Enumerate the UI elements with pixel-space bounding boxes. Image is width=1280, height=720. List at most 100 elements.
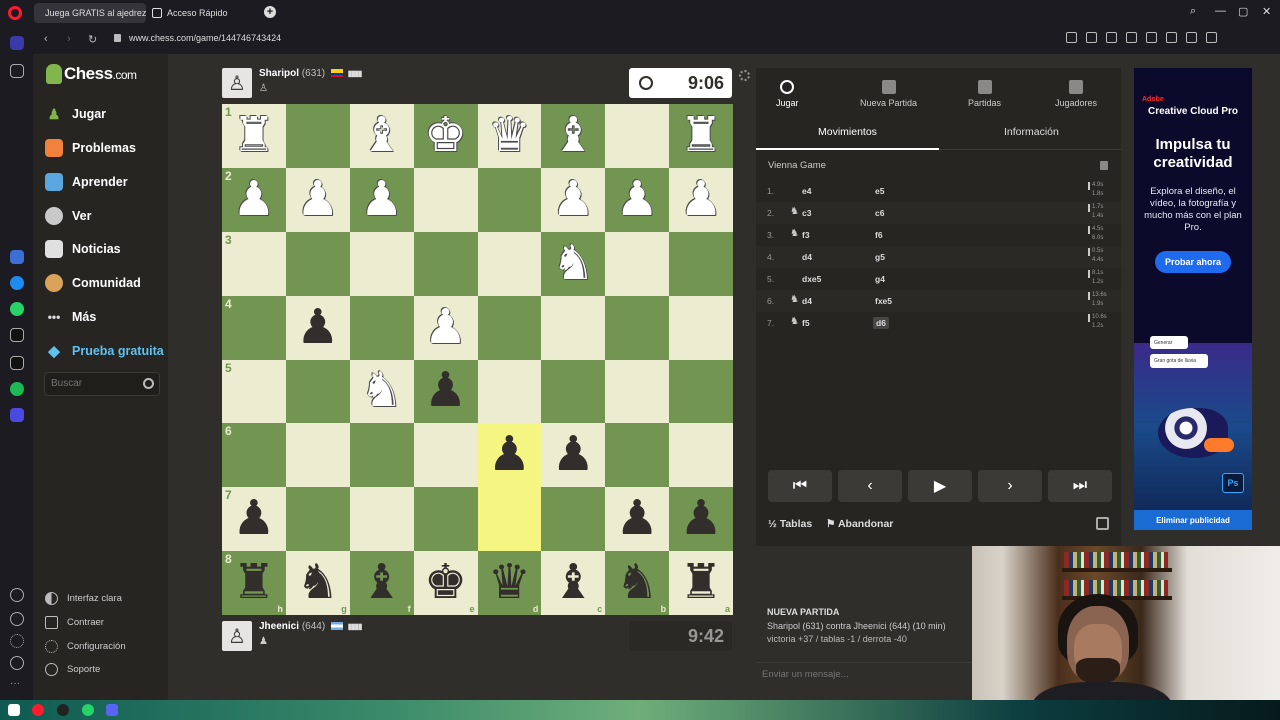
download-icon[interactable] xyxy=(1166,32,1177,43)
board-square[interactable]: ♟ xyxy=(669,487,733,552)
profile-icon[interactable] xyxy=(1206,32,1217,43)
board-square[interactable]: ♟ xyxy=(349,167,414,232)
board-square[interactable] xyxy=(413,423,478,488)
board-square[interactable] xyxy=(605,359,670,424)
board-square[interactable]: ♚ xyxy=(413,104,478,168)
player-icon[interactable] xyxy=(10,408,24,422)
history-icon[interactable] xyxy=(10,612,24,626)
black-pawn-piece[interactable]: ♟ xyxy=(488,431,531,479)
white-move[interactable]: d4 xyxy=(802,296,812,306)
first-move-button[interactable]: ⏮ xyxy=(768,470,832,502)
draw-button[interactable]: ½ Tablas xyxy=(768,518,812,530)
next-move-button[interactable]: › xyxy=(978,470,1042,502)
board-square[interactable]: b ♞ xyxy=(605,551,670,615)
browser-tab-chess[interactable]: Juega GRATIS al ajedrez o xyxy=(34,3,146,23)
white-pawn-piece[interactable]: ♟ xyxy=(296,175,339,224)
browser-tab-speed-dial[interactable]: Acceso Rápido xyxy=(146,3,256,23)
board-square[interactable] xyxy=(477,295,542,360)
tab-games[interactable]: Partidas xyxy=(968,68,1001,112)
avatar[interactable]: ♙ xyxy=(222,621,252,651)
play-button[interactable]: ▶ xyxy=(908,470,972,502)
tab-new-game[interactable]: Nueva Partida xyxy=(860,68,917,112)
board-square[interactable]: ♟ xyxy=(477,423,542,488)
board-square[interactable]: ♟ xyxy=(413,295,478,360)
black-pawn-piece[interactable]: ♟ xyxy=(552,431,595,479)
board-square[interactable]: 7 ♟ xyxy=(222,487,286,552)
white-bishop-piece[interactable]: ♝ xyxy=(552,111,595,160)
white-pawn-piece[interactable]: ♟ xyxy=(616,175,659,224)
board-square[interactable] xyxy=(605,295,670,360)
star-icon[interactable] xyxy=(10,64,24,78)
x-icon[interactable] xyxy=(10,356,24,370)
board-square[interactable] xyxy=(541,359,606,424)
nav-item-free-trial[interactable]: ◆ Prueba gratuita xyxy=(45,342,163,360)
board-square[interactable]: ♟ xyxy=(285,295,350,360)
flip-board-icon[interactable] xyxy=(1096,517,1109,530)
more-icon[interactable]: ··· xyxy=(10,678,24,692)
last-move-button[interactable]: ⏭ xyxy=(1048,470,1112,502)
camera-icon[interactable] xyxy=(1066,32,1077,43)
board-square[interactable]: ♟ xyxy=(605,487,670,552)
board-square[interactable] xyxy=(285,359,350,424)
home-icon[interactable] xyxy=(10,36,24,50)
white-move[interactable]: dxe5 xyxy=(802,274,821,284)
board-square[interactable]: ♞ xyxy=(541,231,606,296)
black-pawn-piece[interactable]: ♟ xyxy=(296,303,339,352)
black-pawn-piece[interactable]: ♟ xyxy=(616,495,659,543)
maximize-button[interactable]: ▢ xyxy=(1238,5,1248,18)
black-pawn-piece[interactable]: ♟ xyxy=(232,495,275,543)
white-move[interactable]: e4 xyxy=(802,186,811,196)
board-square[interactable] xyxy=(477,359,542,424)
white-pawn-piece[interactable]: ♟ xyxy=(680,175,723,224)
chess-logo[interactable]: Chess.com xyxy=(46,64,137,84)
footer-item-collapse[interactable]: Contraer xyxy=(45,616,104,629)
reload-button[interactable]: ↻ xyxy=(88,33,97,46)
menu-icon[interactable] xyxy=(1186,32,1197,43)
board-square[interactable] xyxy=(413,231,478,296)
whatsapp-icon[interactable] xyxy=(10,302,24,316)
white-move[interactable]: f3 xyxy=(802,230,810,240)
screenshot-icon[interactable] xyxy=(1086,32,1097,43)
white-move[interactable]: c3 xyxy=(802,208,811,218)
remove-ads-button[interactable]: Eliminar publicidad xyxy=(1134,510,1252,530)
white-knight-piece[interactable]: ♞ xyxy=(552,239,595,288)
book-icon[interactable] xyxy=(1100,161,1108,170)
board-square[interactable] xyxy=(413,487,478,552)
nav-item-puzzles[interactable]: Problemas xyxy=(45,139,136,157)
nav-item-more[interactable]: ••• Más xyxy=(45,308,97,326)
chat-input[interactable] xyxy=(756,663,956,686)
board-square[interactable] xyxy=(669,359,733,424)
lightbulb-icon[interactable] xyxy=(10,656,24,670)
search-input[interactable] xyxy=(45,373,135,394)
footer-item-support[interactable]: Soporte xyxy=(45,663,100,676)
back-button[interactable]: ‹ xyxy=(44,33,48,45)
close-window-button[interactable]: ✕ xyxy=(1262,5,1271,18)
opera-logo-icon[interactable] xyxy=(8,6,22,20)
white-queen-piece[interactable]: ♛ xyxy=(488,111,531,160)
board-square[interactable] xyxy=(541,487,606,552)
board-square[interactable]: ♞ xyxy=(349,359,414,424)
black-knight-piece[interactable]: ♞ xyxy=(296,559,339,607)
board-square[interactable]: ♟ xyxy=(669,167,733,232)
board-square[interactable] xyxy=(349,231,414,296)
player-name[interactable]: Sharipol xyxy=(259,68,299,79)
footer-item-light-theme[interactable]: Interfaz clara xyxy=(45,592,122,605)
heart-icon[interactable] xyxy=(10,588,24,602)
black-move[interactable]: g4 xyxy=(875,274,885,284)
tiktok-icon[interactable] xyxy=(10,328,24,342)
board-square[interactable]: a ♜ xyxy=(669,551,733,615)
white-pawn-piece[interactable]: ♟ xyxy=(424,303,467,352)
board-square[interactable] xyxy=(669,295,733,360)
white-pawn-piece[interactable]: ♟ xyxy=(552,175,595,224)
shield-icon[interactable] xyxy=(1106,32,1117,43)
extension-icon[interactable] xyxy=(1126,32,1137,43)
board-square[interactable]: g ♞ xyxy=(285,551,350,615)
white-king-piece[interactable]: ♚ xyxy=(424,111,467,160)
board-square[interactable]: ♝ xyxy=(541,104,606,168)
board-square[interactable] xyxy=(605,104,670,168)
search-icon[interactable]: ⌕ xyxy=(1190,5,1196,18)
board-square[interactable]: ♝ xyxy=(349,104,414,168)
tab-players[interactable]: Jugadores xyxy=(1055,68,1097,112)
nav-item-learn[interactable]: Aprender xyxy=(45,173,128,191)
settings-icon[interactable] xyxy=(10,634,24,648)
